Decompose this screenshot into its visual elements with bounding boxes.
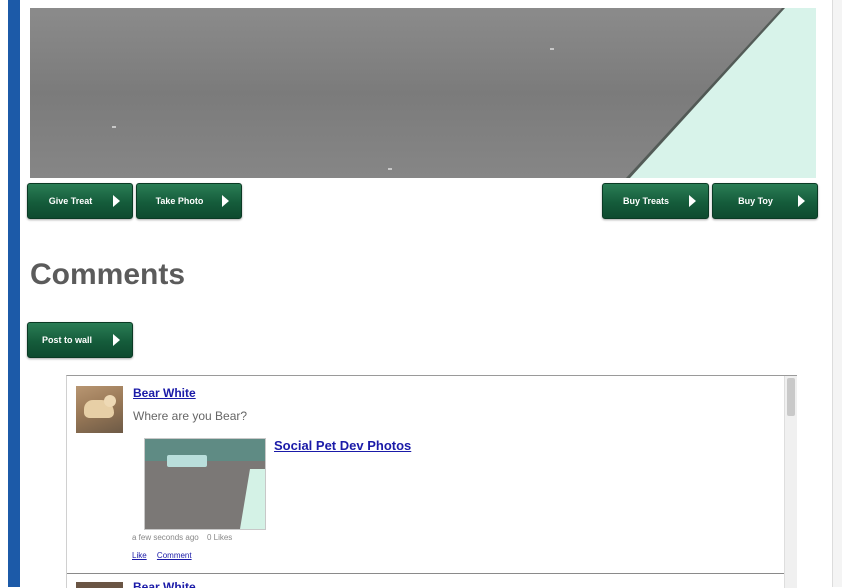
buy-treats-button[interactable]: Buy Treats: [602, 183, 709, 219]
attachment-title-link[interactable]: Social Pet Dev Photos: [274, 438, 411, 453]
left-accent-bar: [8, 0, 20, 587]
post-to-wall-label: Post to wall: [42, 335, 93, 345]
play-arrow-icon: [689, 195, 696, 207]
play-arrow-icon: [113, 334, 120, 346]
avatar[interactable]: [76, 386, 123, 433]
camera-feed: [30, 8, 816, 178]
buy-toy-button[interactable]: Buy Toy: [712, 183, 818, 219]
take-photo-label: Take Photo: [155, 196, 204, 206]
comment-link[interactable]: Comment: [157, 551, 192, 560]
thumb-pet-bed: [167, 455, 207, 467]
post-to-wall-button[interactable]: Post to wall: [27, 322, 133, 358]
like-link[interactable]: Like: [132, 551, 147, 560]
like-count: 0 Likes: [206, 533, 233, 542]
dog-head: [104, 395, 116, 407]
buy-treats-label: Buy Treats: [622, 196, 670, 206]
floor-speck: [550, 48, 554, 50]
right-page-edge: [832, 0, 842, 587]
post-author-link[interactable]: Bear White: [133, 386, 196, 400]
wall-feed-panel[interactable]: Bear White Where are you Bear? Social Pe…: [66, 375, 797, 588]
post-divider: [67, 573, 784, 574]
floor-speck: [112, 126, 116, 128]
play-arrow-icon: [222, 195, 229, 207]
avatar[interactable]: [76, 582, 123, 588]
scrollbar-thumb[interactable]: [787, 378, 795, 416]
wall-scrollbar[interactable]: [784, 376, 797, 588]
camera-wall-area: [630, 8, 816, 178]
take-photo-button[interactable]: Take Photo: [136, 183, 242, 219]
comments-heading: Comments: [30, 258, 186, 291]
post-timestamp: a few seconds ago: [132, 533, 199, 542]
attachment-photo-thumbnail[interactable]: [144, 438, 266, 530]
post-actions: Like Comment: [132, 551, 200, 560]
buy-toy-label: Buy Toy: [738, 196, 773, 206]
give-treat-label: Give Treat: [48, 196, 93, 206]
post-meta: a few seconds ago 0 Likes: [132, 533, 232, 542]
play-arrow-icon: [798, 195, 805, 207]
give-treat-button[interactable]: Give Treat: [27, 183, 133, 219]
post-message: Where are you Bear?: [133, 409, 248, 423]
floor-speck: [388, 168, 392, 170]
play-arrow-icon: [113, 195, 120, 207]
